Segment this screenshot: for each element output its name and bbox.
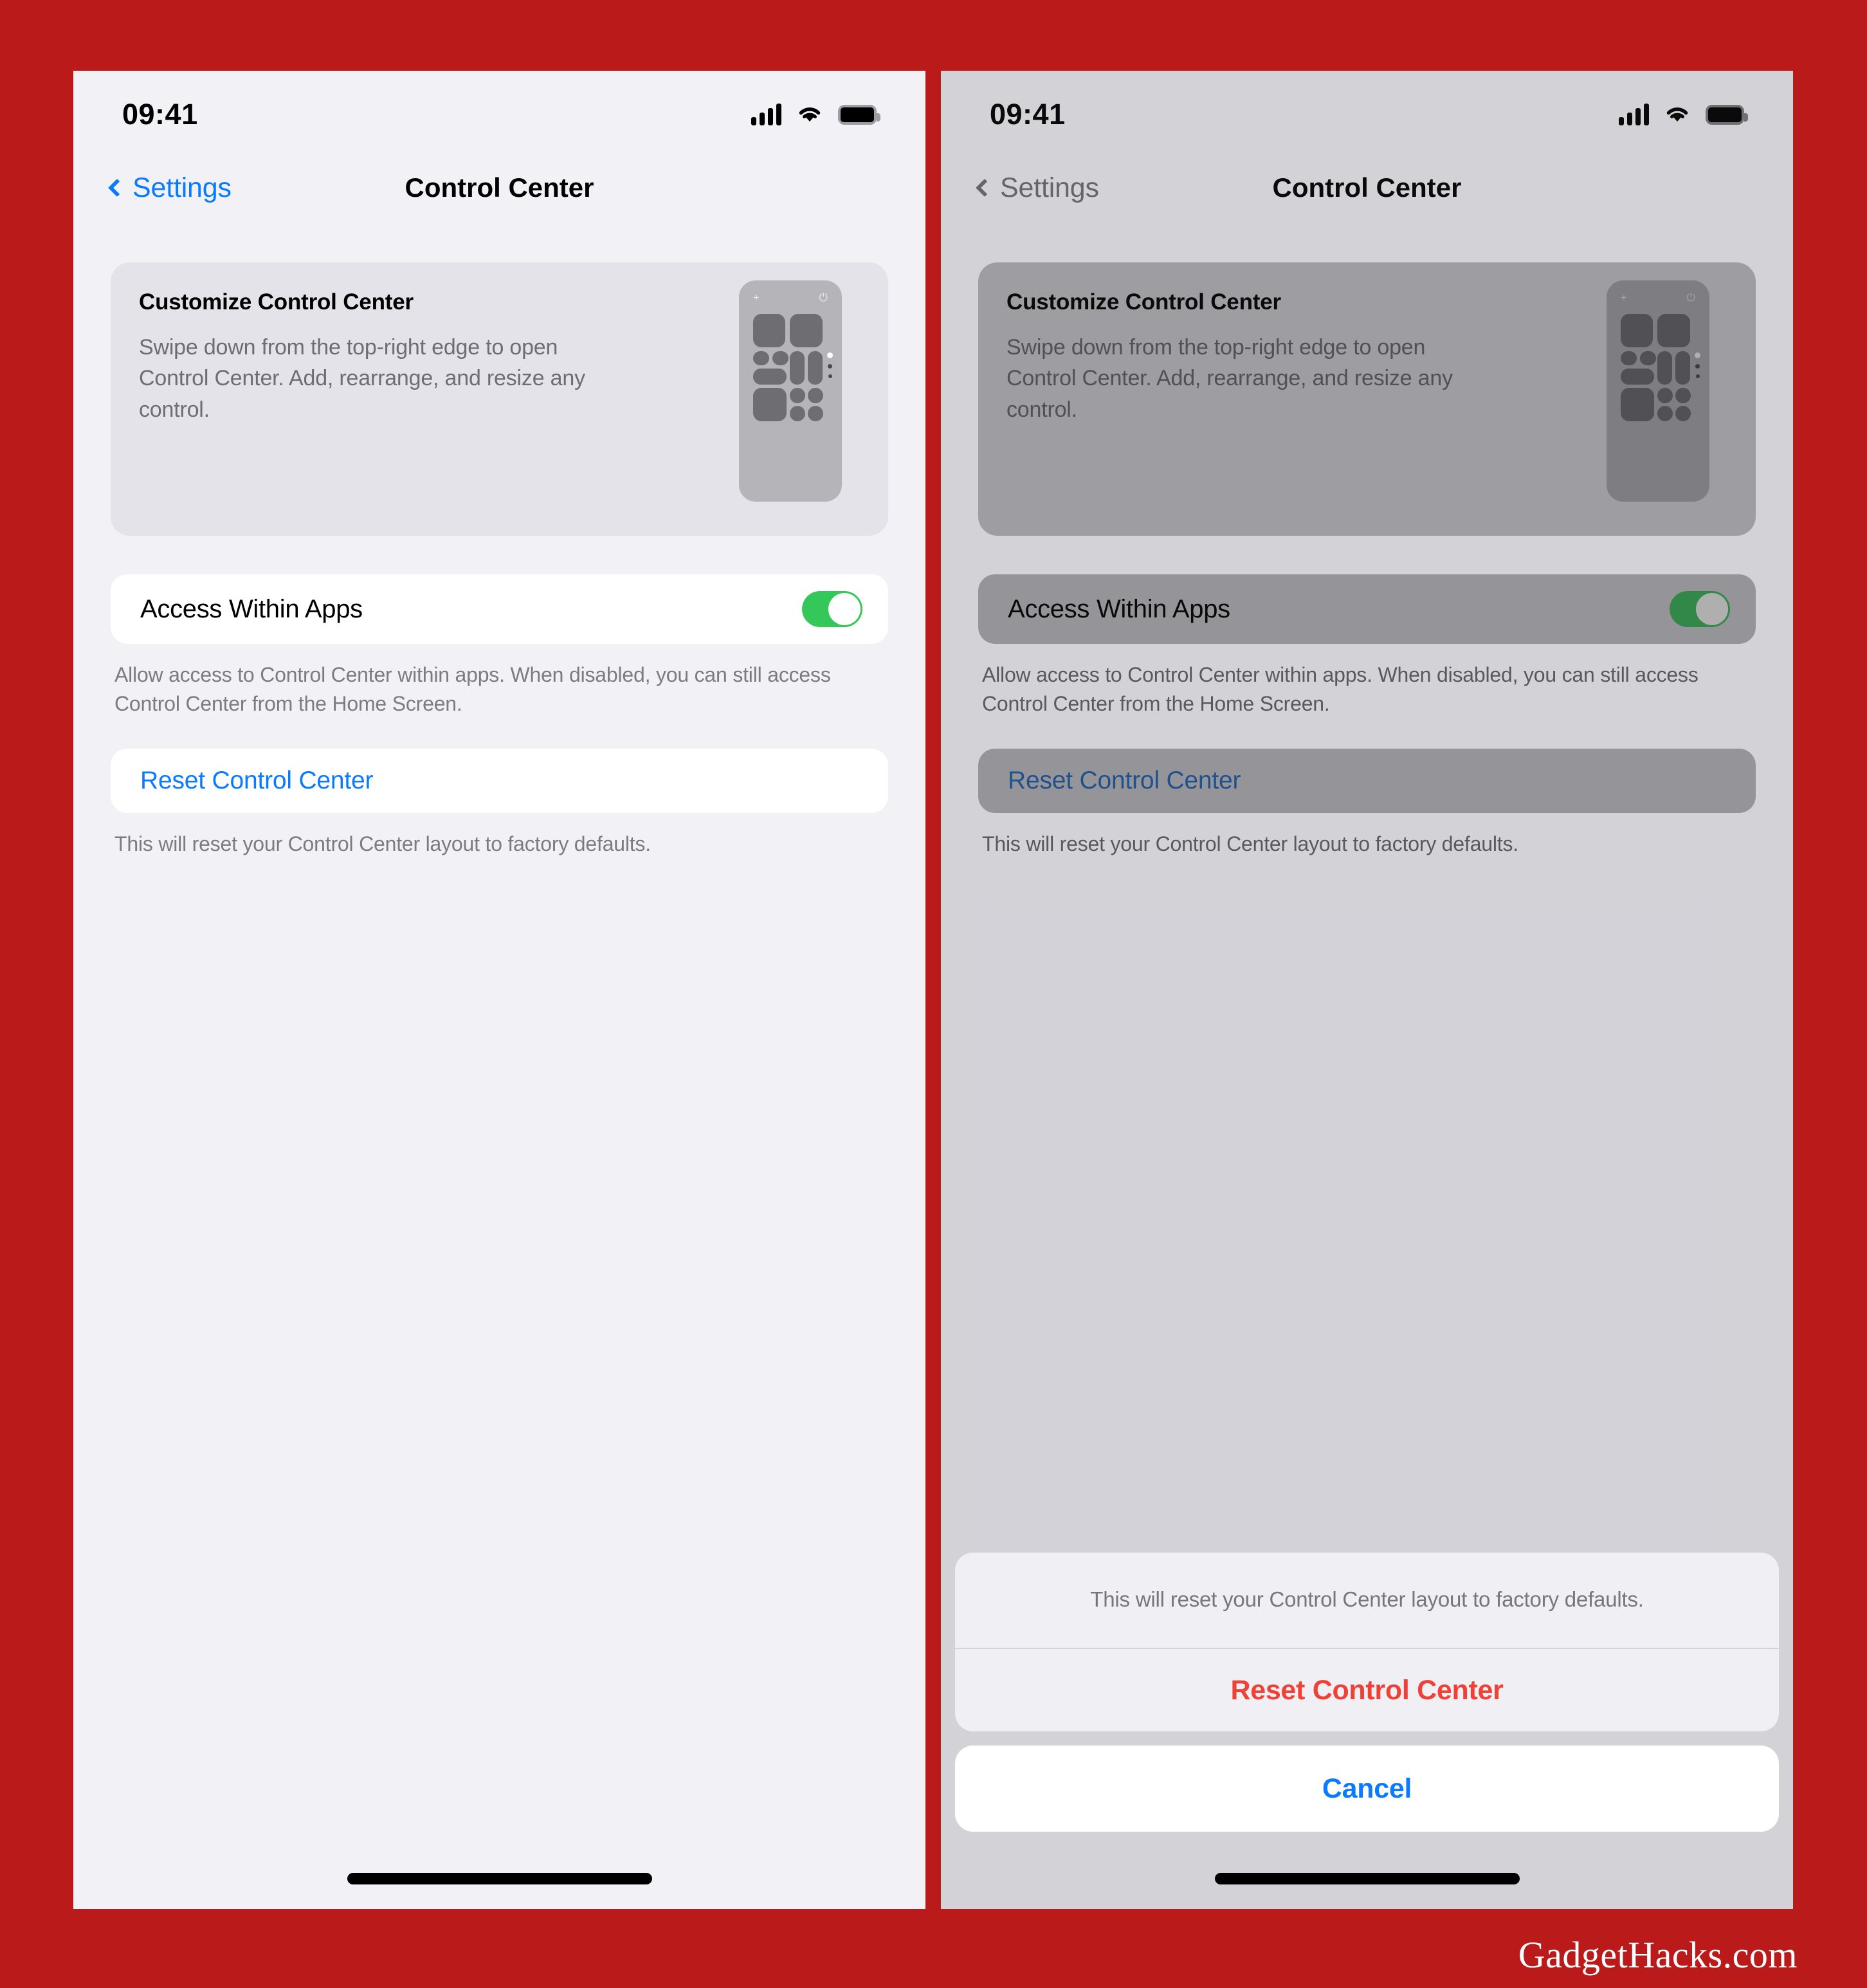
customize-control-center-card: Customize Control Center Swipe down from…	[978, 262, 1756, 536]
access-within-apps-footnote: Allow access to Control Center within ap…	[114, 663, 831, 716]
reset-action-sheet: This will reset your Control Center layo…	[955, 1553, 1779, 1832]
page-dots	[1695, 352, 1700, 384]
battery-full-icon	[1706, 104, 1748, 125]
wifi-icon	[1666, 107, 1688, 122]
status-icon-group	[1619, 104, 1748, 125]
back-button-settings[interactable]: Settings	[107, 172, 232, 204]
add-control-icon: +	[1621, 291, 1627, 304]
info-card-text: Customize Control Center Swipe down from…	[1006, 289, 1495, 509]
info-card-title: Customize Control Center	[1006, 289, 1281, 315]
access-within-apps-footnote: Allow access to Control Center within ap…	[982, 663, 1699, 716]
control-tiles	[1621, 314, 1693, 450]
gadgethacks-watermark: GadgetHacks.com	[1518, 1934, 1798, 1976]
info-card-text: Customize Control Center Swipe down from…	[139, 289, 628, 509]
toggle-knob	[828, 593, 861, 625]
control-center-illustration: + ⏻	[739, 280, 842, 502]
home-indicator[interactable]	[347, 1873, 652, 1884]
status-icon-group	[751, 104, 880, 125]
navigation-bar-left: Settings Control Center	[73, 147, 925, 229]
action-sheet-message: This will reset your Control Center layo…	[955, 1553, 1779, 1649]
status-time: 09:41	[122, 98, 198, 131]
control-tiles	[753, 314, 825, 450]
add-control-icon: +	[753, 291, 760, 304]
chevron-left-icon	[107, 178, 127, 197]
status-bar-left: 09:41	[73, 71, 925, 147]
cellular-bars-icon	[1619, 104, 1649, 125]
action-sheet-cancel-button[interactable]: Cancel	[955, 1746, 1779, 1832]
reset-control-center-row[interactable]: Reset Control Center	[111, 748, 888, 813]
toggle-knob	[1696, 593, 1728, 625]
back-button-settings[interactable]: Settings	[975, 172, 1099, 204]
access-within-apps-label: Access Within Apps	[1008, 594, 1230, 623]
reset-control-center-footnote: This will reset your Control Center layo…	[114, 832, 651, 855]
info-card-body: Swipe down from the top-right edge to op…	[1006, 335, 1453, 422]
access-within-apps-row[interactable]: Access Within Apps	[111, 574, 888, 644]
access-within-apps-row[interactable]: Access Within Apps	[978, 574, 1756, 644]
back-button-label: Settings	[1000, 172, 1099, 203]
home-indicator[interactable]	[1214, 1873, 1520, 1884]
access-within-apps-label: Access Within Apps	[140, 594, 363, 623]
cellular-bars-icon	[751, 104, 781, 125]
action-sheet-group: This will reset your Control Center layo…	[955, 1553, 1779, 1731]
power-icon: ⏻	[819, 291, 828, 304]
status-bar-right: 09:41	[941, 71, 1793, 147]
access-within-apps-toggle[interactable]	[1670, 591, 1730, 627]
action-sheet-reset-button[interactable]: Reset Control Center	[955, 1649, 1779, 1731]
back-button-label: Settings	[132, 172, 232, 203]
info-card-body: Swipe down from the top-right edge to op…	[139, 335, 585, 422]
reset-control-center-label: Reset Control Center	[140, 766, 374, 794]
info-card-title: Customize Control Center	[139, 289, 414, 315]
access-within-apps-toggle[interactable]	[802, 591, 862, 627]
page-dots	[827, 352, 833, 384]
settings-content-left: Customize Control Center Swipe down from…	[73, 262, 925, 859]
reset-control-center-footnote: This will reset your Control Center layo…	[982, 832, 1518, 855]
customize-control-center-card: Customize Control Center Swipe down from…	[111, 262, 888, 536]
chevron-left-icon	[975, 178, 994, 197]
reset-control-center-row[interactable]: Reset Control Center	[978, 748, 1756, 813]
status-time: 09:41	[990, 98, 1066, 131]
control-center-illustration: + ⏻	[1607, 280, 1709, 502]
reset-control-center-label: Reset Control Center	[1008, 766, 1241, 794]
wifi-icon	[799, 107, 821, 122]
power-icon: ⏻	[1686, 291, 1695, 304]
phone-screen-left: 09:41 Settings Control Center Customize …	[73, 71, 925, 1909]
navigation-bar-right: Settings Control Center	[941, 147, 1793, 229]
phone-screen-right: 09:41 Settings Control Center Customize …	[941, 71, 1793, 1909]
settings-content-right: Customize Control Center Swipe down from…	[941, 262, 1793, 859]
screenshot-stage: 09:41 Settings Control Center Customize …	[73, 71, 1794, 1909]
battery-full-icon	[838, 104, 880, 125]
